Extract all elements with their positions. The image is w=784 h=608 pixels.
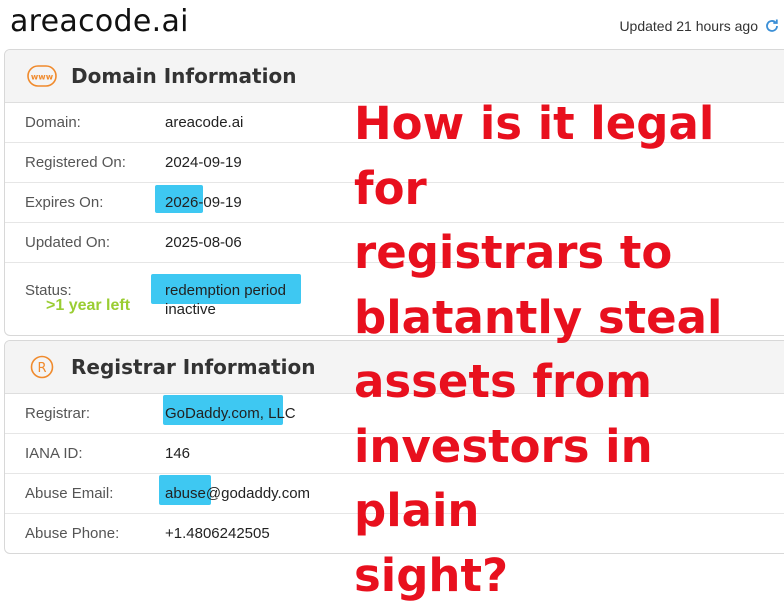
value-domain: areacode.ai — [165, 114, 243, 131]
registered-icon: R — [27, 355, 57, 379]
www-icon: www — [27, 64, 57, 88]
domain-info-title: Domain Information — [71, 64, 296, 88]
label-expires-on: Expires On: — [5, 194, 165, 211]
label-registrar: Registrar: — [5, 405, 165, 422]
overlay-annotation: How is it legal for registrars to blatan… — [354, 92, 774, 608]
year-left-annotation: >1 year left — [46, 297, 130, 315]
svg-text:R: R — [37, 361, 46, 376]
annotation-line: investors in plain — [354, 415, 774, 544]
registrar-info-title: Registrar Information — [71, 355, 316, 379]
refresh-icon[interactable] — [764, 18, 780, 34]
label-registered-on: Registered On: — [5, 154, 165, 171]
updated-text: Updated 21 hours ago — [619, 18, 758, 34]
label-domain: Domain: — [5, 114, 165, 131]
label-updated-on: Updated On: — [5, 234, 165, 251]
label-abuse-email: Abuse Email: — [5, 485, 165, 502]
label-abuse-phone: Abuse Phone: — [5, 525, 165, 542]
updated-status: Updated 21 hours ago — [619, 18, 780, 34]
value-updated-on: 2025-08-06 — [165, 234, 242, 251]
svg-text:www: www — [31, 73, 54, 82]
value-registered-on: 2024-09-19 — [165, 154, 242, 171]
annotation-line: blatantly steal — [354, 286, 774, 351]
value-expires-on: 2026-09-19 — [165, 194, 242, 211]
annotation-line: How is it legal for — [354, 92, 774, 221]
value-registrar: GoDaddy.com, LLC — [165, 405, 296, 422]
value-iana-id: 146 — [165, 445, 190, 462]
value-status: redemption period inactive — [165, 274, 286, 318]
value-abuse-email[interactable]: abuse@godaddy.com — [165, 485, 310, 502]
label-status: Status: — [5, 274, 165, 299]
annotation-line: assets from — [354, 350, 774, 415]
label-iana-id: IANA ID: — [5, 445, 165, 462]
value-abuse-phone: +1.4806242505 — [165, 525, 270, 542]
site-title: areacode.ai — [10, 4, 189, 39]
annotation-line: registrars to — [354, 221, 774, 286]
annotation-line: sight? — [354, 544, 774, 608]
